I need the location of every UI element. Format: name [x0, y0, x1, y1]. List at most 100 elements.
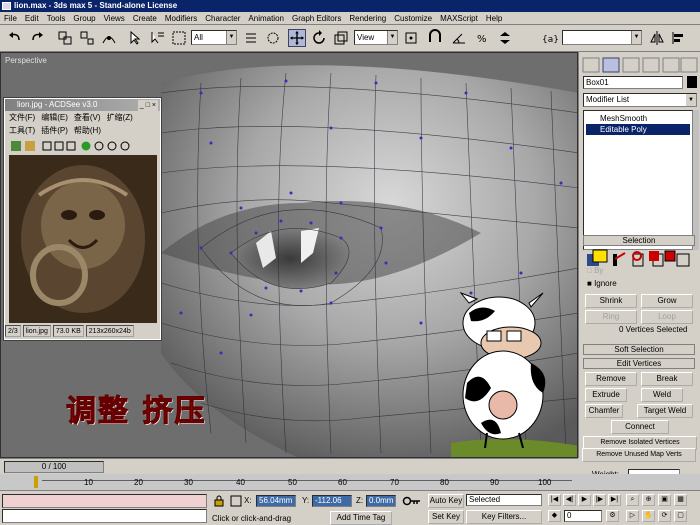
- motion-tab-icon[interactable]: [642, 57, 660, 73]
- time-configuration-icon[interactable]: ⚙: [606, 510, 619, 522]
- menu-views[interactable]: Views: [100, 12, 129, 25]
- window-controls[interactable]: _ □ ×: [137, 100, 158, 112]
- fit-icon[interactable]: [66, 141, 76, 151]
- display-tab-icon[interactable]: [662, 57, 680, 73]
- key-filters-button[interactable]: Key Filters...: [466, 510, 542, 524]
- play-icon[interactable]: ▶: [578, 494, 591, 506]
- key-icon[interactable]: [402, 495, 422, 507]
- remove-unused-map-verts-button[interactable]: Remove Unused Map Verts: [582, 448, 696, 462]
- key-mode-dropdown[interactable]: Selected: [466, 494, 542, 506]
- utilities-tab-icon[interactable]: [680, 57, 698, 73]
- window-crossing-icon[interactable]: [264, 29, 282, 47]
- menu-maxscript[interactable]: MAXScript: [436, 12, 482, 25]
- acdsee-title-bar[interactable]: lion.jpg - ACDSee v3.0 _ □ ×: [5, 99, 160, 112]
- redo-icon[interactable]: [28, 29, 46, 47]
- align-icon[interactable]: [670, 29, 688, 47]
- menu-create[interactable]: Create: [129, 12, 161, 25]
- time-marker[interactable]: [34, 476, 38, 488]
- zoom-icon[interactable]: ⌕: [626, 494, 639, 506]
- modifier-list-dropdown[interactable]: Modifier List ▼: [583, 93, 697, 107]
- polygon-icon[interactable]: [649, 251, 659, 261]
- menu-graph-editors[interactable]: Graph Editors: [288, 12, 345, 25]
- stack-item-editable-poly[interactable]: Editable Poly: [586, 124, 690, 135]
- menu-group[interactable]: Group: [69, 12, 99, 25]
- shrink-button[interactable]: Shrink: [585, 294, 637, 308]
- loop-button[interactable]: Loop: [641, 310, 693, 324]
- bind-space-warp-icon[interactable]: [100, 29, 118, 47]
- edit-named-selection-icon[interactable]: {a}: [540, 29, 558, 47]
- hierarchy-tab-icon[interactable]: [622, 57, 640, 73]
- select-and-move-icon[interactable]: [288, 29, 306, 47]
- browse-icon[interactable]: [11, 141, 21, 151]
- menu-modifiers[interactable]: Modifiers: [161, 12, 201, 25]
- selection-rollout-header[interactable]: Selection: [583, 235, 695, 246]
- maximize-viewport-icon[interactable]: ▢: [674, 510, 687, 522]
- modify-tab-icon[interactable]: [602, 57, 620, 73]
- select-and-scale-icon[interactable]: [332, 29, 350, 47]
- menu-help[interactable]: Help: [482, 12, 506, 25]
- acd-menu-view[interactable]: 查看(V): [74, 113, 101, 122]
- zoom-out-icon[interactable]: [94, 141, 104, 151]
- menu-edit[interactable]: Edit: [21, 12, 43, 25]
- percent-snap-icon[interactable]: %: [474, 29, 492, 47]
- acd-menu-tools[interactable]: 工具(T): [9, 126, 35, 135]
- select-and-link-icon[interactable]: [56, 29, 74, 47]
- zoom-extents-icon[interactable]: ▣: [658, 494, 671, 506]
- menu-tools[interactable]: Tools: [43, 12, 70, 25]
- acd-menu-plugins[interactable]: 插件(P): [41, 126, 68, 135]
- x-coordinate-field[interactable]: 56.04mm: [256, 495, 296, 507]
- target-weld-button[interactable]: Target Weld: [637, 404, 693, 418]
- chamfer-button[interactable]: Chamfer: [585, 404, 623, 418]
- pivot-center-icon[interactable]: [402, 29, 420, 47]
- vertex-icon[interactable]: [592, 249, 608, 263]
- current-frame-field[interactable]: 0: [564, 510, 602, 522]
- maxscript-listener-output[interactable]: [2, 494, 207, 508]
- reference-coordinate-dropdown[interactable]: View ▼: [354, 30, 398, 45]
- previous-frame-icon[interactable]: ◀|: [563, 494, 576, 506]
- stack-item-meshsmooth[interactable]: MeshSmooth: [586, 113, 690, 124]
- acd-menu-zoom[interactable]: 扩缩(Z): [107, 113, 133, 122]
- time-slider[interactable]: 0 / 100: [4, 461, 104, 473]
- undo-icon[interactable]: [6, 29, 24, 47]
- acd-menu-file[interactable]: 文件(F): [9, 113, 35, 122]
- lock-selection-icon[interactable]: [212, 495, 226, 507]
- angle-snap-icon[interactable]: [450, 29, 468, 47]
- object-name-field[interactable]: Box01: [583, 76, 683, 89]
- select-by-name-icon[interactable]: [148, 29, 166, 47]
- acd-menu-help[interactable]: 帮助(H): [74, 126, 101, 135]
- folder-icon[interactable]: [25, 141, 35, 151]
- by-vertex-checkbox[interactable]: □ By: [587, 266, 603, 275]
- border-icon[interactable]: [632, 251, 642, 261]
- ring-button[interactable]: Ring: [585, 310, 637, 324]
- track-bar[interactable]: 10 20 30 40 50 60 70 80 90 100: [0, 474, 700, 490]
- absolute-mode-icon[interactable]: [230, 495, 242, 507]
- auto-key-button[interactable]: Auto Key: [428, 494, 464, 508]
- menu-rendering[interactable]: Rendering: [345, 12, 390, 25]
- menu-character[interactable]: Character: [201, 12, 244, 25]
- object-color-swatch[interactable]: [687, 76, 697, 88]
- y-coordinate-field[interactable]: -112.06: [312, 495, 352, 507]
- acd-menu-edit[interactable]: 编辑(E): [41, 113, 68, 122]
- refresh-icon[interactable]: [81, 141, 91, 151]
- select-and-rotate-icon[interactable]: [310, 29, 328, 47]
- zoom-all-icon[interactable]: ⊕: [642, 494, 655, 506]
- next-frame-icon[interactable]: |▶: [593, 494, 606, 506]
- viewport-label[interactable]: Perspective: [5, 56, 47, 65]
- snap-toggle-icon[interactable]: [426, 29, 444, 47]
- extrude-button[interactable]: Extrude: [585, 388, 627, 402]
- prev-icon[interactable]: [42, 141, 52, 151]
- menu-customize[interactable]: Customize: [390, 12, 436, 25]
- field-of-view-icon[interactable]: ▷: [626, 510, 639, 522]
- ignore-backfacing-checkbox[interactable]: ■ Ignore: [587, 279, 617, 288]
- add-time-tag-button[interactable]: Add Time Tag: [330, 511, 392, 525]
- zoom-in-icon[interactable]: [107, 141, 117, 151]
- connect-button[interactable]: Connect: [611, 420, 669, 434]
- unlink-icon[interactable]: [78, 29, 96, 47]
- remove-button[interactable]: Remove: [585, 372, 637, 386]
- selection-filter-dropdown[interactable]: All ▼: [191, 30, 237, 45]
- named-selection-dropdown[interactable]: ▼: [562, 30, 642, 45]
- soft-selection-rollout-header[interactable]: Soft Selection: [583, 344, 695, 355]
- goto-start-icon[interactable]: |◀: [548, 494, 561, 506]
- element-icon[interactable]: [664, 250, 676, 262]
- grow-button[interactable]: Grow: [641, 294, 693, 308]
